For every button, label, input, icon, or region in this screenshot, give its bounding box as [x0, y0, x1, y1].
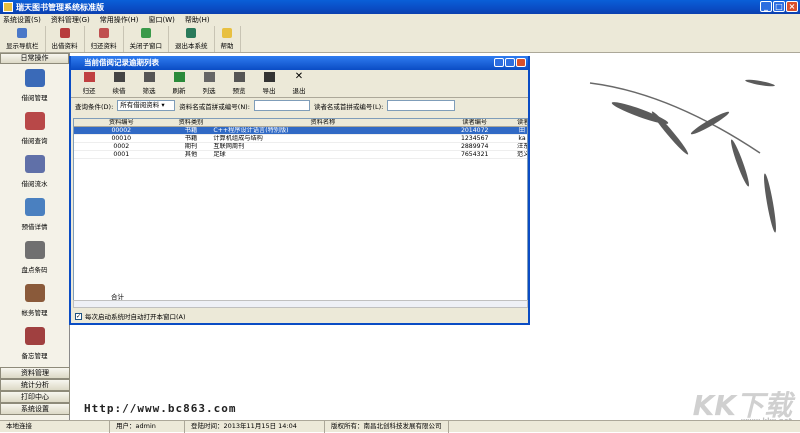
sidebar-item-reserve[interactable]: 预借详情 — [0, 193, 69, 236]
book-icon — [59, 28, 70, 38]
copyright: 版权所有：南昌北创科技发展有限公司 — [325, 420, 449, 433]
table-row[interactable]: 0001其他足球7654321范义 — [74, 151, 527, 159]
refresh-icon — [173, 72, 185, 82]
app-icon — [3, 2, 13, 12]
lend-button[interactable]: 出借资料 — [46, 26, 85, 52]
filter-tool[interactable]: 筛选 — [137, 72, 161, 95]
log-icon — [24, 155, 45, 173]
accounts-icon — [24, 284, 45, 302]
sidebar-item-query[interactable]: 借阅查询 — [0, 107, 69, 150]
table-row[interactable]: 00002 书籍 C++程序设计语言(特别版) 2014072 田 — [74, 127, 527, 135]
preview-tool[interactable]: 预览 — [227, 72, 251, 95]
columns-tool[interactable]: 列选 — [197, 72, 221, 95]
overdue-window-title: 当前借阅记录逾期列表 — [71, 56, 528, 70]
horizontal-scrollbar[interactable] — [73, 300, 528, 308]
child-minimize-button[interactable] — [494, 58, 504, 67]
auto-open-option[interactable]: ✓ 每次启动系统时自动打开本窗口(A) — [75, 311, 186, 321]
show-nav-button[interactable]: 显示导航栏 — [0, 26, 46, 52]
memo-icon — [24, 327, 45, 345]
menu-system[interactable]: 系统设置(S) — [3, 15, 41, 25]
sidebar-tab-settings[interactable]: 系统设置 — [0, 403, 70, 415]
table-row[interactable]: 0002期刊互联网周刊2889974汪东 — [74, 143, 527, 151]
title-search-label: 资料名或首拼或编号(N): — [179, 102, 250, 111]
return-button[interactable]: 归还资料 — [85, 26, 124, 52]
table-header: 资料编号 资料类别 资料名称 读者编号 读者 — [74, 119, 527, 127]
return-icon — [83, 72, 95, 82]
condition-label: 查询条件(D): — [75, 102, 114, 111]
sidebar-item-memo[interactable]: 备忘管理 — [0, 322, 69, 365]
sidebar-item-accounts[interactable]: 帐务管理 — [0, 279, 69, 322]
close-button[interactable]: × — [786, 1, 798, 12]
renew-icon — [113, 72, 125, 82]
barcode-icon — [24, 241, 45, 259]
sidebar-item-log[interactable]: 借阅流水 — [0, 150, 69, 193]
lending-icon — [24, 69, 45, 87]
preview-icon — [233, 72, 245, 82]
reader-search-input[interactable] — [387, 100, 456, 111]
overdue-window: 当前借阅记录逾期列表 归还 续借 筛选 刷新 列选 预览 导出 ✕ 退出 查询条件… — [69, 56, 530, 325]
maximize-button[interactable]: □ — [773, 1, 785, 12]
main-toolbar: 显示导航栏 出借资料 归还资料 关闭子窗口 退出本系统 帮助 — [0, 26, 800, 53]
sidebar-tab-print[interactable]: 打印中心 — [0, 391, 70, 403]
sidebar-tab-stats[interactable]: 统计分析 — [0, 379, 70, 391]
reader-search-label: 读者名或首拼或编号(L): — [313, 102, 384, 111]
query-icon — [24, 112, 45, 130]
windows-icon — [140, 28, 151, 38]
menu-data[interactable]: 资料管理(G) — [51, 15, 90, 25]
reserve-icon — [24, 198, 45, 216]
statusbar: 本地连接 用户：admin 登陆时间：2013年11月15日 14:04 版权所… — [0, 420, 800, 433]
app-titlebar: 瑞天图书管理系统标准版 _ □ × — [0, 0, 800, 14]
website-url: Http://www.bc863.com — [84, 402, 237, 415]
user-status: 用户：admin — [110, 420, 185, 433]
help-icon — [222, 28, 232, 38]
exit-system-button[interactable]: 退出本系统 — [169, 26, 215, 52]
menubar: 系统设置(S) 资料管理(G) 常用操作(H) 窗口(W) 帮助(H) — [0, 14, 800, 26]
exit-icon — [186, 28, 197, 38]
return-icon — [98, 28, 109, 38]
menu-common[interactable]: 常用操作(H) — [100, 15, 139, 25]
table-row[interactable]: 00010 书籍 计算机组成与结构 1234567 ka — [74, 135, 527, 143]
renew-tool[interactable]: 续借 — [107, 72, 131, 95]
refresh-tool[interactable]: 刷新 — [167, 72, 191, 95]
child-maximize-button[interactable] — [505, 58, 515, 67]
minimize-button[interactable]: _ — [760, 1, 772, 12]
exit-tool[interactable]: ✕ 退出 — [287, 71, 311, 96]
columns-icon — [203, 72, 215, 82]
sidebar-tab-data[interactable]: 资料管理 — [0, 367, 70, 379]
menu-help[interactable]: 帮助(H) — [185, 15, 210, 25]
condition-select[interactable]: 所有借阅资料 ▾ — [117, 100, 176, 111]
menu-window[interactable]: 窗口(W) — [149, 15, 175, 25]
auto-open-checkbox[interactable]: ✓ — [75, 312, 82, 320]
app-title: 瑞天图书管理系统标准版 — [16, 2, 104, 12]
filter-icon — [143, 72, 155, 82]
sidebar-header[interactable]: 日常操作 — [0, 53, 69, 64]
export-icon — [263, 72, 275, 82]
child-close-button[interactable] — [516, 58, 526, 67]
sidebar-item-barcode[interactable]: 盘点条码 — [0, 236, 69, 279]
close-icon: ✕ — [294, 71, 304, 82]
close-child-button[interactable]: 关闭子窗口 — [124, 26, 169, 52]
overdue-toolbar: 归还 续借 筛选 刷新 列选 预览 导出 ✕ 退出 — [71, 70, 528, 98]
export-tool[interactable]: 导出 — [257, 72, 281, 95]
return-tool[interactable]: 归还 — [77, 72, 101, 95]
login-time: 登陆时间：2013年11月15日 14:04 — [185, 420, 325, 433]
title-search-input[interactable] — [253, 100, 310, 111]
sidebar-item-lending[interactable]: 借阅管理 — [0, 64, 69, 107]
network-status: 本地连接 — [0, 420, 110, 433]
nav-icon — [17, 28, 28, 38]
overdue-table[interactable]: 资料编号 资料类别 资料名称 读者编号 读者 00002书籍C++程序设计语言(… — [73, 118, 528, 308]
sidebar: 日常操作 借阅管理 借阅查询 借阅流水 预借详情 盘点条码 帐务管理 备忘管理 … — [0, 53, 70, 420]
help-button[interactable]: 帮助 — [215, 26, 241, 52]
filter-bar: 查询条件(D): 所有借阅资料 ▾ 资料名或首拼或编号(N): 读者名或首拼或编… — [71, 98, 528, 113]
